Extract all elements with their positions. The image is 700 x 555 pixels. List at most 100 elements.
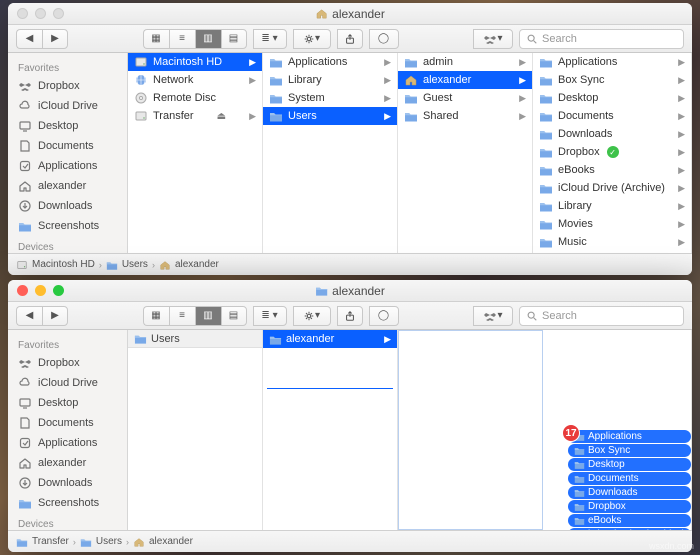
forward-button[interactable]: ▶ (42, 29, 68, 49)
hd-icon (16, 259, 28, 271)
gallery-view-button[interactable]: ▤ (221, 29, 247, 49)
list-view-button[interactable]: ≡ (169, 29, 195, 49)
column-1[interactable]: alexander ▶ (263, 330, 398, 530)
sidebar-item-screenshots[interactable]: Screenshots (8, 493, 127, 513)
sync-check-icon: ✓ (607, 146, 619, 158)
tags: ◯ (369, 29, 399, 49)
list-view-button[interactable]: ≡ (169, 306, 195, 326)
sidebar-item-screenshots[interactable]: Screenshots (8, 216, 127, 236)
tags-button[interactable]: ◯ (369, 306, 399, 326)
icon-view-button[interactable]: ▦ (143, 29, 169, 49)
eject-icon[interactable]: ⏏ (217, 111, 226, 122)
path-bar[interactable]: Transfer ›Users ›alexander (8, 530, 692, 552)
list-item[interactable]: Downloads▶ (533, 125, 691, 143)
sidebar-item-downloads[interactable]: Downloads (8, 196, 127, 216)
list-item[interactable]: Shared▶ (398, 107, 532, 125)
list-item[interactable]: Macintosh HD▶ (128, 53, 262, 71)
search-field[interactable]: Search (519, 29, 684, 49)
list-item[interactable]: Applications▶ (533, 53, 691, 71)
item-label: Users (288, 110, 317, 122)
path-segment[interactable]: Macintosh HD (32, 259, 95, 270)
arrange-button[interactable]: ≣ ▾ (253, 29, 287, 49)
path-segment[interactable]: Users (122, 259, 148, 270)
dropbox-button[interactable]: ▾ (473, 306, 513, 326)
list-item[interactable]: Desktop▶ (533, 89, 691, 107)
list-item[interactable]: Remote Disc (128, 89, 262, 107)
zoom-button[interactable] (53, 8, 64, 19)
back-button[interactable]: ◀ (16, 306, 42, 326)
list-item[interactable]: Applications▶ (263, 53, 397, 71)
list-item[interactable]: Pictures▶ (533, 251, 691, 253)
sidebar-item-dropbox[interactable]: Dropbox (8, 76, 127, 96)
column-view-button[interactable]: ▥ (195, 29, 221, 49)
sidebar-item-documents[interactable]: Documents (8, 136, 127, 156)
titlebar[interactable]: alexander (8, 3, 692, 25)
column-2[interactable]: admin▶alexander▶Guest▶Shared▶ (398, 53, 533, 253)
devices-header: Devices (8, 513, 127, 530)
gear-button[interactable]: ▾ (293, 29, 331, 49)
list-item[interactable]: Movies▶ (533, 215, 691, 233)
sidebar-item-alexander[interactable]: alexander (8, 176, 127, 196)
sidebar-item-desktop[interactable]: Desktop (8, 393, 127, 413)
sidebar-item-icloud-drive[interactable]: iCloud Drive (8, 373, 127, 393)
share-button[interactable] (337, 306, 363, 326)
sidebar-item-label: Documents (38, 140, 94, 152)
gear-button[interactable]: ▾ (293, 306, 331, 326)
close-button[interactable] (17, 8, 28, 19)
search-icon (526, 310, 538, 322)
sidebar-item-documents[interactable]: Documents (8, 413, 127, 433)
list-item[interactable]: System▶ (263, 89, 397, 107)
list-item[interactable]: Users▶ (263, 107, 397, 125)
list-item[interactable]: Documents▶ (533, 107, 691, 125)
sidebar-item-icloud-drive[interactable]: iCloud Drive (8, 96, 127, 116)
path-segment[interactable]: alexander (149, 536, 193, 547)
list-item[interactable]: Dropbox✓▶ (533, 143, 691, 161)
column-0[interactable]: Users (128, 330, 263, 530)
minimize-button[interactable] (35, 8, 46, 19)
item-label: Library (288, 74, 322, 86)
path-segment[interactable]: Users (96, 536, 122, 547)
list-item[interactable]: eBooks▶ (533, 161, 691, 179)
path-segment[interactable]: alexander (175, 259, 219, 270)
titlebar[interactable]: alexander (8, 280, 692, 302)
forward-button[interactable]: ▶ (42, 306, 68, 326)
list-item[interactable]: Guest▶ (398, 89, 532, 107)
share-button[interactable] (337, 29, 363, 49)
sidebar-item-applications[interactable]: Applications (8, 156, 127, 176)
column-2-drop-target[interactable] (398, 330, 543, 530)
path-bar[interactable]: Macintosh HD ›Users ›alexander (8, 253, 692, 275)
zoom-button[interactable] (53, 285, 64, 296)
dropbox-button[interactable]: ▾ (473, 29, 513, 49)
column-1[interactable]: Applications▶Library▶System▶Users▶ (263, 53, 398, 253)
back-button[interactable]: ◀ (16, 29, 42, 49)
arrange-button[interactable]: ≣ ▾ (253, 306, 287, 326)
close-button[interactable] (17, 285, 28, 296)
list-item[interactable]: Library▶ (263, 71, 397, 89)
chevron-right-icon: ▶ (678, 57, 685, 68)
tags-button[interactable]: ◯ (369, 29, 399, 49)
sidebar-item-applications[interactable]: Applications (8, 433, 127, 453)
column-3[interactable] (543, 330, 692, 530)
list-item[interactable]: iCloud Drive (Archive)▶ (533, 179, 691, 197)
list-item[interactable]: alexander▶ (398, 71, 532, 89)
column-3[interactable]: Applications▶Box Sync▶Desktop▶Documents▶… (533, 53, 692, 253)
search-field[interactable]: Search (519, 306, 684, 326)
icon-view-button[interactable]: ▦ (143, 306, 169, 326)
column-0[interactable]: Macintosh HD▶Network▶Remote DiscTransfer… (128, 53, 263, 253)
list-item[interactable]: Library▶ (533, 197, 691, 215)
sidebar-item-dropbox[interactable]: Dropbox (8, 353, 127, 373)
list-item[interactable]: Transfer⏏▶ (128, 107, 262, 125)
list-item[interactable]: Music▶ (533, 233, 691, 251)
sidebar-item-label: Documents (38, 417, 94, 429)
sidebar-item-desktop[interactable]: Desktop (8, 116, 127, 136)
column-view-button[interactable]: ▥ (195, 306, 221, 326)
path-segment[interactable]: Transfer (32, 536, 69, 547)
sidebar-item-downloads[interactable]: Downloads (8, 473, 127, 493)
gallery-view-button[interactable]: ▤ (221, 306, 247, 326)
sidebar-item-alexander[interactable]: alexander (8, 453, 127, 473)
list-item[interactable]: Box Sync▶ (533, 71, 691, 89)
list-item[interactable]: Network▶ (128, 71, 262, 89)
list-item[interactable]: admin▶ (398, 53, 532, 71)
item-label: iCloud Drive (Archive) (558, 182, 665, 194)
minimize-button[interactable] (35, 285, 46, 296)
